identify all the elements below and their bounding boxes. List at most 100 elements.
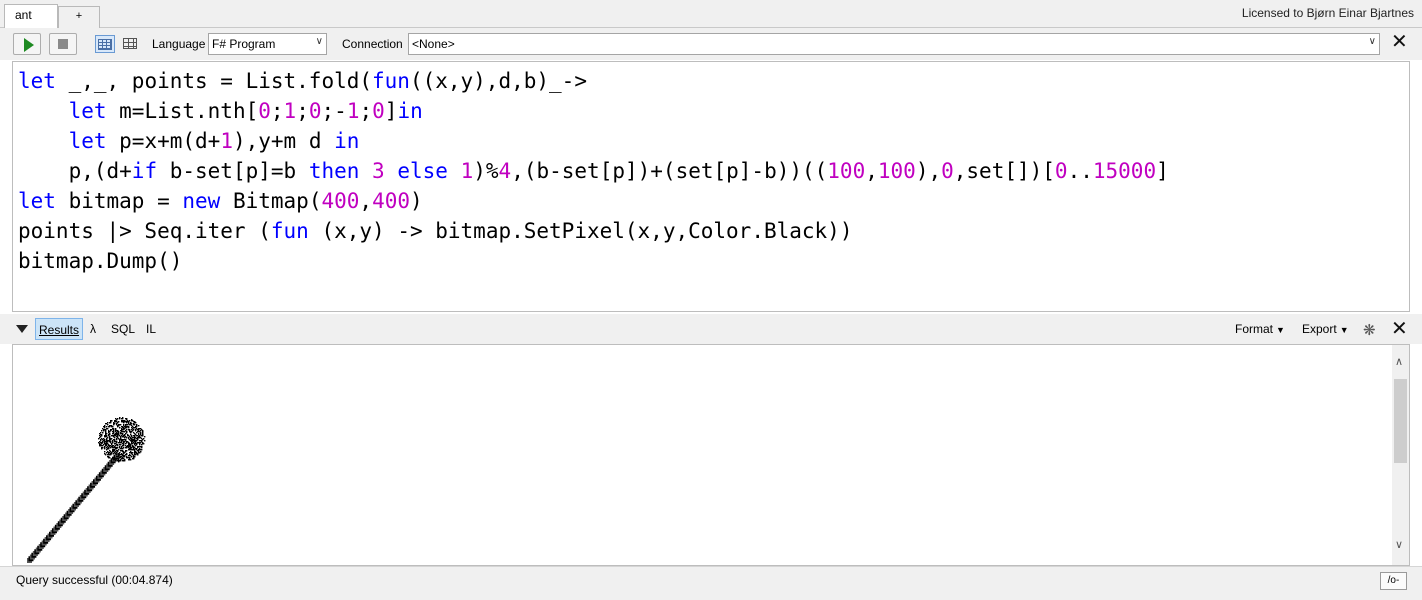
code-line[interactable]: p,(d+if b-set[p]=b then 3 else 1)%4,(b-s… (18, 156, 1169, 186)
ant-chaotic-region (98, 417, 146, 463)
code-token: p,(d+ (18, 159, 132, 183)
code-token: )% (473, 159, 499, 183)
code-token: ,set[])[ (953, 159, 1055, 183)
scroll-down-icon[interactable]: ∨ (1395, 538, 1403, 551)
code-token: 100 (827, 159, 866, 183)
chevron-down-icon: ∨ (1368, 36, 1376, 47)
code-token: , (359, 189, 373, 213)
stop-icon (58, 39, 68, 49)
code-token: _,_, points = List.fold( (55, 69, 373, 93)
code-token: ;- (321, 99, 347, 123)
chevron-down-icon: ∨ (315, 36, 323, 47)
status-toggle-button[interactable]: /o- (1380, 572, 1407, 590)
format-menu-label: Format (1235, 322, 1274, 336)
data-grid-icon (123, 38, 137, 49)
code-token: new (182, 189, 221, 213)
tab-lambda[interactable]: λ (87, 318, 99, 340)
code-token: bitmap.Dump() (18, 249, 183, 273)
status-bar: Query successful (00:04.874) /o- (0, 566, 1422, 600)
code-token: ,(b-set[p])+(set[p]-b))(( (511, 159, 828, 183)
code-text[interactable]: let _,_, points = List.fold(fun((x,y),d,… (18, 66, 1169, 276)
code-line[interactable]: let m=List.nth[0;1;0;-1;0]in (18, 96, 1169, 126)
code-token: in (397, 99, 423, 123)
code-token: 1 (346, 99, 360, 123)
code-line[interactable]: let bitmap = new Bitmap(400,400) (18, 186, 1169, 216)
code-token: else (397, 159, 448, 183)
code-token: in (334, 129, 360, 153)
code-token: points |> Seq.iter ( (18, 219, 271, 243)
code-token: 0 (258, 99, 271, 123)
code-token: 1 (220, 129, 233, 153)
tab-sql[interactable]: SQL (108, 318, 138, 340)
results-bar: Results λ SQL IL Format ▼ Export ▼ ❋ ✕ (0, 314, 1422, 344)
code-token: ; (296, 99, 309, 123)
code-line[interactable]: points |> Seq.iter (fun (x,y) -> bitmap.… (18, 216, 1169, 246)
tab-il[interactable]: IL (143, 318, 159, 340)
code-token: let (68, 99, 107, 123)
code-token: let (68, 129, 107, 153)
connection-select-value: <None> (412, 37, 455, 51)
export-menu[interactable]: Export ▼ (1302, 322, 1349, 336)
results-output: ∧ ∨ (12, 344, 1410, 566)
rich-text-results-toggle[interactable] (95, 35, 115, 53)
language-select[interactable]: F# Program ∨ (208, 33, 327, 55)
bitmap-output (27, 417, 146, 563)
license-text: Licensed to Bjørn Einar Bjartnes (1241, 6, 1414, 20)
data-grid-results-toggle[interactable] (121, 35, 141, 53)
loading-spinner-icon: ❋ (1363, 322, 1376, 339)
status-text: Query successful (00:04.874) (16, 573, 173, 587)
close-query-icon[interactable]: ✕ (1391, 32, 1408, 52)
export-menu-label: Export (1302, 322, 1337, 336)
new-tab-button[interactable]: + (58, 6, 100, 28)
caret-down-icon: ▼ (1339, 325, 1349, 335)
code-token: ; (359, 99, 373, 123)
connection-select[interactable]: <None> ∨ (408, 33, 1380, 55)
code-token: 1 (283, 99, 297, 123)
code-token: (x,y) -> bitmap.SetPixel(x,y,Color.Black… (308, 219, 853, 243)
code-token: 15000 (1092, 159, 1157, 183)
language-label: Language (152, 37, 206, 51)
code-line[interactable]: let p=x+m(d+1),y+m d in (18, 126, 1169, 156)
code-token: 0 (1054, 159, 1068, 183)
code-token: 400 (372, 189, 410, 213)
code-token: then (308, 159, 360, 183)
code-editor[interactable]: let _,_, points = List.fold(fun((x,y),d,… (12, 61, 1410, 312)
code-token: let (18, 189, 56, 213)
code-token: 0 (308, 99, 322, 123)
format-menu[interactable]: Format ▼ (1235, 322, 1285, 336)
scrollbar-thumb[interactable] (1394, 379, 1407, 463)
toolbar: Language F# Program ∨ Connection <None> … (0, 28, 1422, 60)
code-token: 400 (321, 189, 360, 213)
code-token: 4 (498, 159, 512, 183)
code-token: 100 (877, 159, 916, 183)
language-select-value: F# Program (212, 37, 276, 51)
code-token: ) (410, 189, 423, 213)
play-icon (24, 38, 34, 52)
tab-ant[interactable]: ant (4, 4, 58, 29)
stop-button[interactable] (49, 33, 77, 55)
code-token: bitmap = (55, 189, 183, 213)
code-token: if (131, 159, 158, 183)
collapse-results-icon[interactable] (16, 325, 28, 333)
close-results-icon[interactable]: ✕ (1391, 319, 1408, 339)
code-token: ),y+m d (232, 129, 335, 153)
code-token: b-set[p]=b (157, 159, 309, 183)
code-token: , (865, 159, 878, 183)
caret-down-icon: ▼ (1276, 325, 1285, 335)
code-token: 0 (372, 99, 385, 123)
code-token: p=x+m(d+ (106, 129, 221, 153)
code-line[interactable]: bitmap.Dump() (18, 246, 1169, 276)
tab-results[interactable]: Results (35, 318, 84, 340)
code-line[interactable]: let _,_, points = List.fold(fun((x,y),d,… (18, 66, 1169, 96)
tab-strip: ant + Licensed to Bjørn Einar Bjartnes (0, 0, 1422, 29)
run-button[interactable] (13, 33, 41, 55)
vertical-scrollbar[interactable]: ∧ ∨ (1392, 345, 1409, 565)
scroll-up-icon[interactable]: ∧ (1395, 355, 1403, 368)
code-token: ((x,y),d,b)_-> (409, 69, 587, 93)
code-token: let (18, 69, 56, 93)
